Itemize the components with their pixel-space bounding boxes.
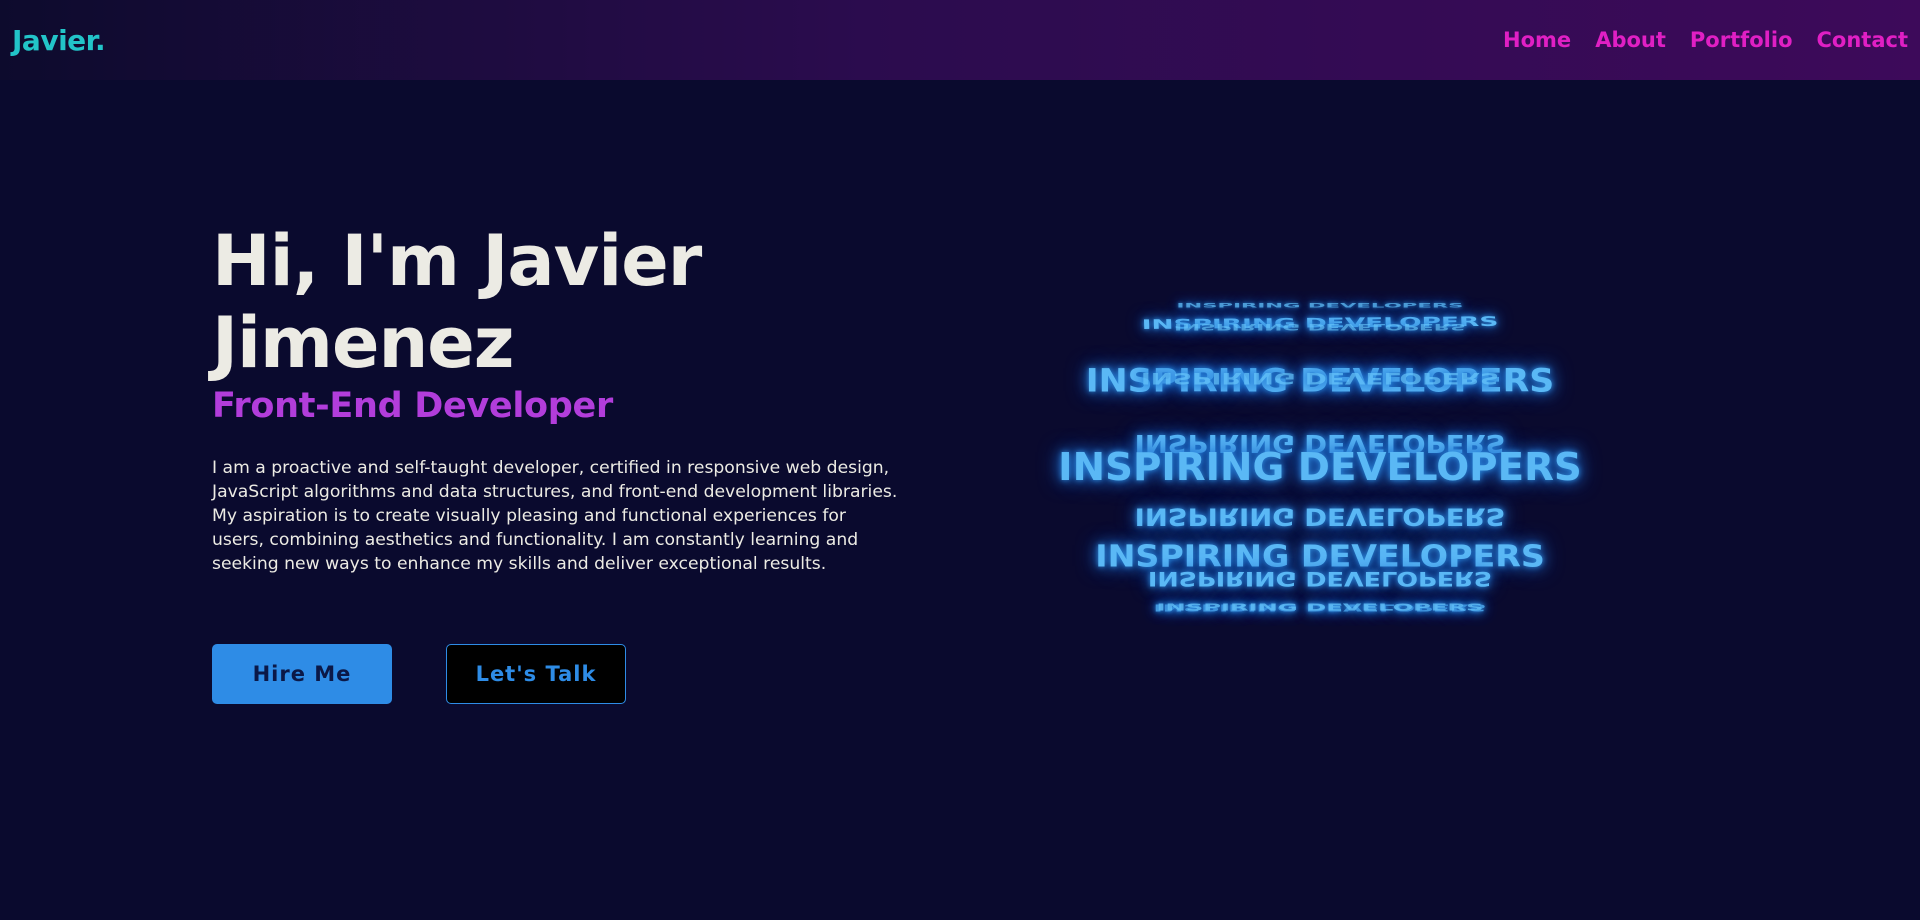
nav-links: Home About Portfolio Contact <box>1503 28 1908 52</box>
hero-subtitle: Front-End Developer <box>212 386 613 426</box>
ring-text-7: INSPIRING DEVELOPERS <box>1058 445 1582 489</box>
lets-talk-button[interactable]: Let's Talk <box>446 644 626 704</box>
hero-title: Hi, I'm Javier Jimenez <box>212 220 912 384</box>
hero-title-line2: Jimenez <box>212 302 515 384</box>
ring-text-10: INSPIRING DEVELOPERS <box>1147 566 1493 590</box>
hero-buttons: Hire Me Let's Talk <box>212 644 626 704</box>
ring-text-5: INSPIRING DEVELOPERS <box>1140 369 1500 387</box>
logo[interactable]: Javier. <box>12 24 106 57</box>
hero-description: I am a proactive and self-taught develop… <box>212 458 898 574</box>
hire-me-button[interactable]: Hire Me <box>212 644 392 704</box>
ring-text-3: INSPIRING DEVELOPERS <box>1174 321 1466 333</box>
hero-title-line1: Hi, I'm Javier <box>212 220 702 302</box>
ring-text-8: INSPIRING DEVELOPERS <box>1134 502 1506 531</box>
ring-text-12: INSPIRING DEVELOPERS <box>1156 601 1484 614</box>
ring-text-1: INSPIRING DEVELOPERS <box>1176 301 1464 310</box>
nav-link-contact[interactable]: Contact <box>1817 28 1909 52</box>
nav-link-about[interactable]: About <box>1595 28 1666 52</box>
hero-section: Hi, I'm Javier Jimenez Front-End Develop… <box>212 220 912 576</box>
nav-link-home[interactable]: Home <box>1503 28 1571 52</box>
nav-link-portfolio[interactable]: Portfolio <box>1690 28 1793 52</box>
navbar: Javier. Home About Portfolio Contact <box>0 0 1920 80</box>
inspiring-developers-animation: INSPIRING DEVELOPERS INSPIRING DEVELOPER… <box>1040 295 1600 625</box>
